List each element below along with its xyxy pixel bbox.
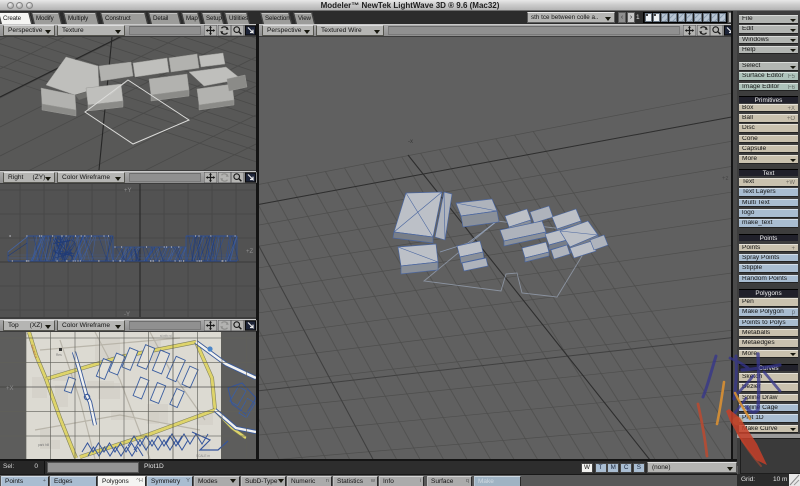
svg-text:st nth rd: st nth rd [160,334,172,338]
svg-text:SCALE m: SCALE m [196,454,210,458]
svg-text:Res: Res [56,353,62,357]
svg-text:-Y: -Y [124,312,130,317]
svg-text:+Y: +Y [124,188,132,194]
svg-text:+X: +X [6,386,14,392]
svg-text:+z: +z [722,176,729,182]
svg-text:+Z: +Z [246,249,254,255]
svg-text:-x: -x [408,139,413,145]
svg-text:park hill: park hill [38,443,49,447]
